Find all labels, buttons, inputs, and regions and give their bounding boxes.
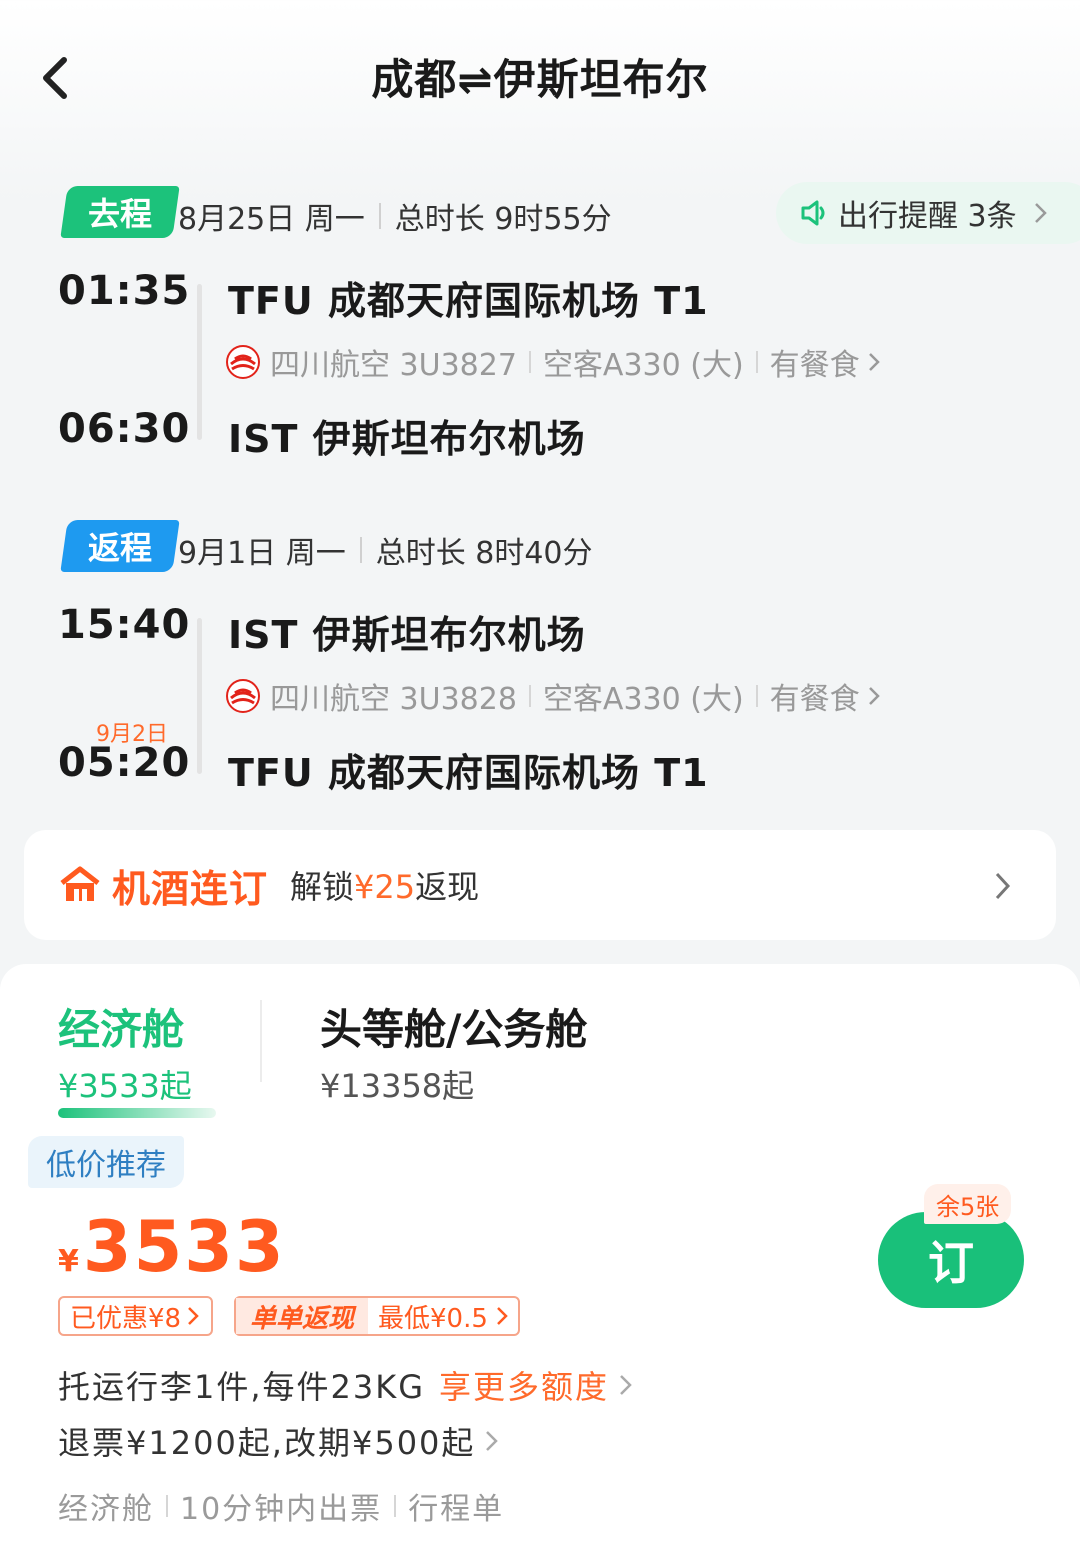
tab-business[interactable]: 头等舱/公务舱 ¥13358起 [320,996,587,1107]
page-title: 成都⇌伊斯坦布尔 [371,55,709,104]
bundle-title: 机酒连订 [112,866,269,911]
return-flight-number: 四川航空 3U3828 [270,682,517,717]
return-dep-airport: IST 伊斯坦布尔机场 [228,613,586,657]
outbound-dep-airport: TFU 成都天府国际机场 T1 [228,279,709,323]
chevron-right-icon [486,1431,499,1451]
outbound-duration: 总时长 9时55分 [394,202,612,237]
refund-change-info[interactable]: 退票¥1200起,改期¥500起 [58,1418,501,1464]
chevron-right-icon [188,1307,199,1325]
outbound-flight-number: 四川航空 3U3827 [270,348,517,383]
chevron-right-icon [1034,203,1047,223]
return-badge: 返程 [60,520,180,572]
return-meal: 有餐食 [769,682,860,717]
tab-business-title: 头等舱/公务舱 [320,1005,588,1054]
tab-economy-title: 经济舱 [58,1005,185,1054]
return-dep-time: 15:40 [58,602,191,648]
return-flight-info[interactable]: 四川航空 3U3828 空客A330 (大) 有餐食 [226,674,884,718]
chevron-right-icon [868,353,880,371]
price-value: 3533 [82,1206,286,1288]
fare-price: ¥ 3533 [58,1206,286,1288]
remaining-seats-badge: 余5张 [924,1184,1012,1224]
return-segment-info: 9月1日 周一 总时长 8时40分 [178,528,593,572]
cashback-tag[interactable]: 单单返现 最低¥0.5 [234,1296,520,1336]
outbound-segment-info: 8月25日 周一 总时长 9时55分 [178,194,612,238]
chevron-right-icon [497,1307,508,1325]
travel-reminder-button[interactable]: 出行提醒 3条 [776,182,1080,244]
sichuan-airlines-logo-icon [226,679,260,713]
book-button[interactable]: 订 [878,1212,1024,1308]
tab-economy[interactable]: 经济舱 ¥3533起 [58,996,192,1107]
tab-economy-price: ¥3533起 [58,1067,192,1105]
outbound-arr-time: 06:30 [58,406,191,452]
outbound-arr-airport: IST 伊斯坦布尔机场 [228,417,586,461]
tab-business-price: ¥13358起 [320,1067,475,1105]
fare-features: 经济舱 10分钟内出票 行程单 [58,1492,505,1527]
outbound-meal: 有餐食 [769,348,860,383]
hotel-bundle-icon [60,866,100,901]
outbound-flight-info[interactable]: 四川航空 3U3827 空客A330 (大) 有餐食 [226,340,884,384]
speaker-icon [801,200,825,226]
chevron-right-icon [868,687,880,705]
bundle-desc: 解锁¥25返现 [290,868,480,906]
sichuan-airlines-logo-icon [226,345,260,379]
outbound-dep-time: 01:35 [58,268,191,314]
return-date: 9月1日 周一 [178,536,346,571]
tab-divider [260,1000,262,1082]
outbound-date: 8月25日 周一 [178,202,365,237]
outbound-badge: 去程 [60,186,180,238]
low-price-tag: 低价推荐 [28,1136,184,1188]
return-arr-time: 05:20 [58,740,191,786]
reminder-label: 出行提醒 3条 [838,199,1017,234]
return-timeline [197,618,202,774]
discount-tag[interactable]: 已优惠¥8 [58,1296,214,1336]
return-duration: 总时长 8时40分 [375,536,593,571]
chevron-right-icon [995,872,1011,900]
flight-hotel-bundle-card[interactable]: 机酒连订 解锁¥25返现 [24,830,1056,940]
outbound-timeline [197,284,202,440]
return-aircraft: 空客A330 (大) [542,682,744,717]
outbound-aircraft: 空客A330 (大) [542,348,744,383]
chevron-right-icon [620,1375,632,1395]
return-arr-airport: TFU 成都天府国际机场 T1 [228,751,709,795]
price-currency: ¥ [58,1244,79,1279]
baggage-info[interactable]: 托运行李1件,每件23KG 享更多额度 [58,1362,635,1408]
tab-active-indicator [58,1108,216,1118]
